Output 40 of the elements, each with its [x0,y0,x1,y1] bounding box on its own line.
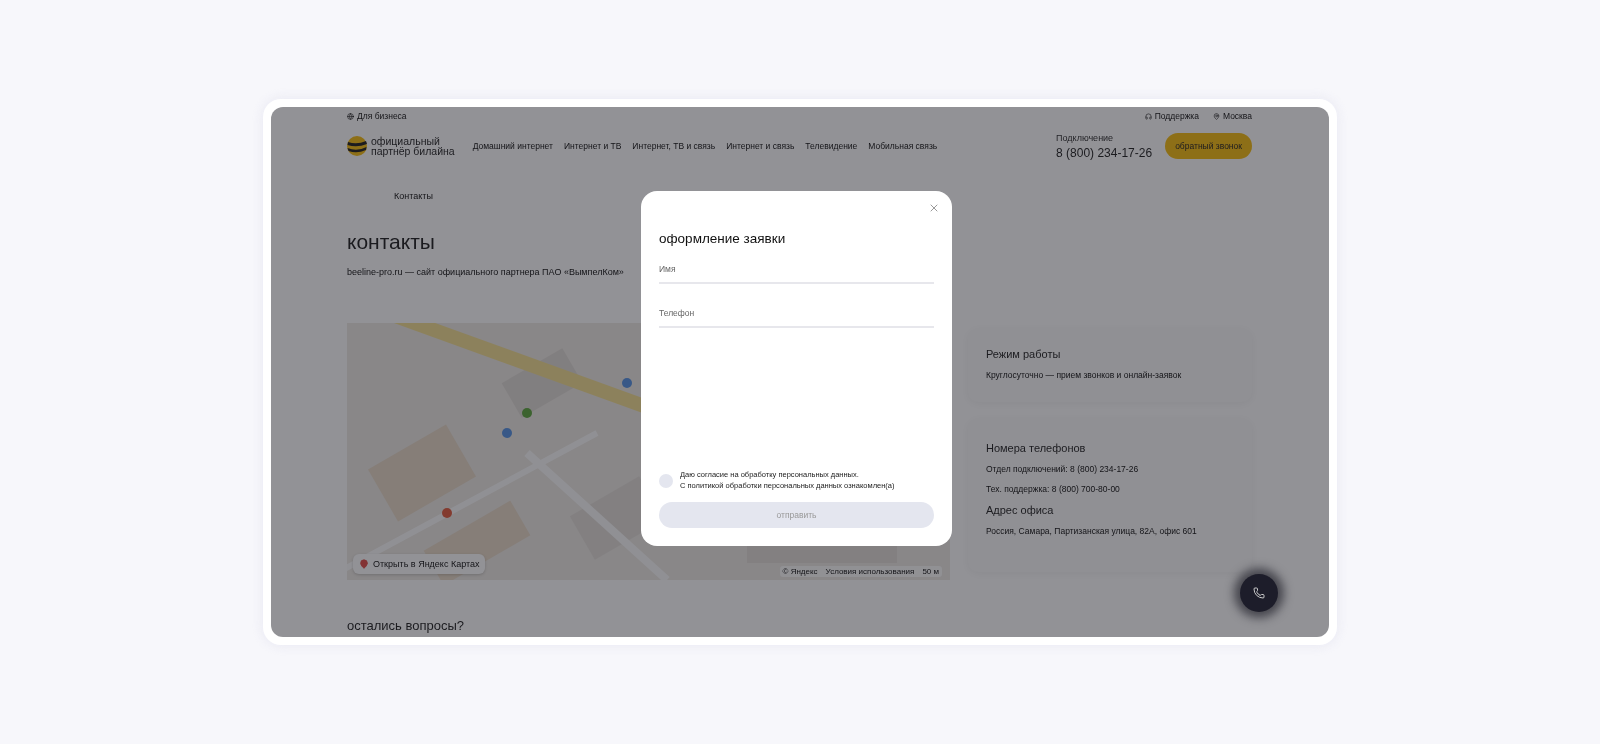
nav-link[interactable]: Телевидение [805,141,858,151]
map-scale: 50 м [922,567,939,576]
logo-text[interactable]: официальный партнёр билайна [371,136,455,156]
pin-icon [359,559,369,569]
page-subtitle: beeline-pro.ru — сайт официального партнера ПАО «ВымпелКом» [347,267,624,277]
card-title: Режим работы [986,348,1062,360]
page-title: контакты [347,230,435,254]
nav-link[interactable]: Интернет, ТВ и связь [632,141,716,151]
nav-link[interactable]: Интернет и ТВ [563,141,622,151]
phone-icon [1253,587,1265,599]
nav-link[interactable]: Домашний интернет [472,141,553,151]
card-text: Круглосуточно — прием звонков и онлайн-заявок [986,370,1183,380]
globe-icon [347,112,354,120]
open-map-button[interactable]: Открыть в Яндекс Картах [353,554,486,574]
card-text: Тех. поддержка: 8 (800) 700-80-00 [986,484,1121,494]
call-button[interactable] [1240,574,1278,612]
city-link[interactable]: Москва [1212,111,1252,121]
card-title: Номера телефонов [986,442,1087,454]
input-field[interactable]: Имя [659,260,934,284]
logo-icon [347,136,367,156]
card-text: Отдел подключений: 8 (800) 234-17-26 [986,464,1140,474]
nav-link[interactable]: Интернет и связь [726,141,795,151]
terms-link[interactable]: Условия использования [825,567,915,576]
consent-checkbox[interactable] [659,473,673,488]
headphones-icon [1144,112,1152,120]
breadcrumb[interactable]: Контакты [394,191,433,201]
close-button[interactable] [928,202,940,214]
pin-icon [1212,112,1220,120]
phone-number[interactable]: 8 (800) 234-17-26 [1056,145,1153,160]
connection-label: Подключение [1056,132,1115,143]
section-heading: остались вопросы? [347,618,465,633]
dialog-title: оформление заявки [659,231,787,246]
callback-button[interactable]: обратный звонок [1165,133,1252,159]
nav-link[interactable]: Мобильная связь [868,141,938,151]
support-link[interactable]: Поддержка [1144,111,1199,121]
card-title: Адрес офиса [986,504,1055,516]
business-link[interactable]: Для бизнеса [347,111,407,121]
card-text: Россия, Самара, Партизанская улица, 82А, офис 601 [986,526,1198,536]
input-field[interactable]: Телефон [659,304,934,328]
map-copyright: © Яндекс [782,567,818,576]
